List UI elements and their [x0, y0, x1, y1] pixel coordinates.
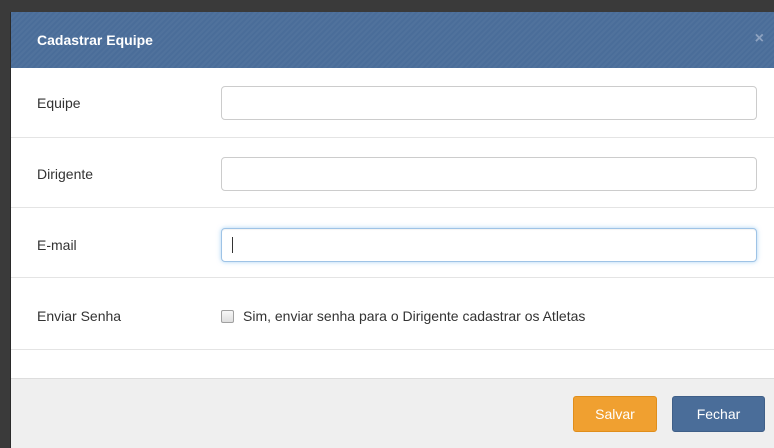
register-team-modal: Cadastrar Equipe × Equipe Dirigente E-ma…: [10, 12, 774, 448]
form-row-director: Dirigente: [11, 138, 774, 208]
send-password-checkbox[interactable]: [221, 310, 234, 323]
close-icon[interactable]: ×: [755, 31, 764, 47]
send-password-checkbox-label[interactable]: Sim, enviar senha para o Dirigente cadas…: [243, 308, 585, 324]
director-input[interactable]: [221, 157, 757, 191]
email-label: E-mail: [37, 237, 77, 253]
modal-title: Cadastrar Equipe: [37, 32, 153, 48]
text-caret: [232, 237, 233, 253]
save-button[interactable]: Salvar: [573, 396, 657, 432]
email-input[interactable]: [221, 228, 757, 262]
team-input[interactable]: [221, 86, 757, 120]
modal-footer: Salvar Fechar: [11, 378, 774, 448]
form-row-team: Equipe: [11, 68, 774, 138]
send-password-label: Enviar Senha: [37, 308, 122, 324]
close-button[interactable]: Fechar: [672, 396, 765, 432]
team-label: Equipe: [37, 95, 81, 111]
form-row-email: E-mail: [11, 208, 774, 278]
modal-header: Cadastrar Equipe ×: [11, 12, 774, 68]
director-label: Dirigente: [37, 166, 94, 182]
form-row-send-password: Enviar Senha Sim, enviar senha para o Di…: [11, 278, 774, 350]
